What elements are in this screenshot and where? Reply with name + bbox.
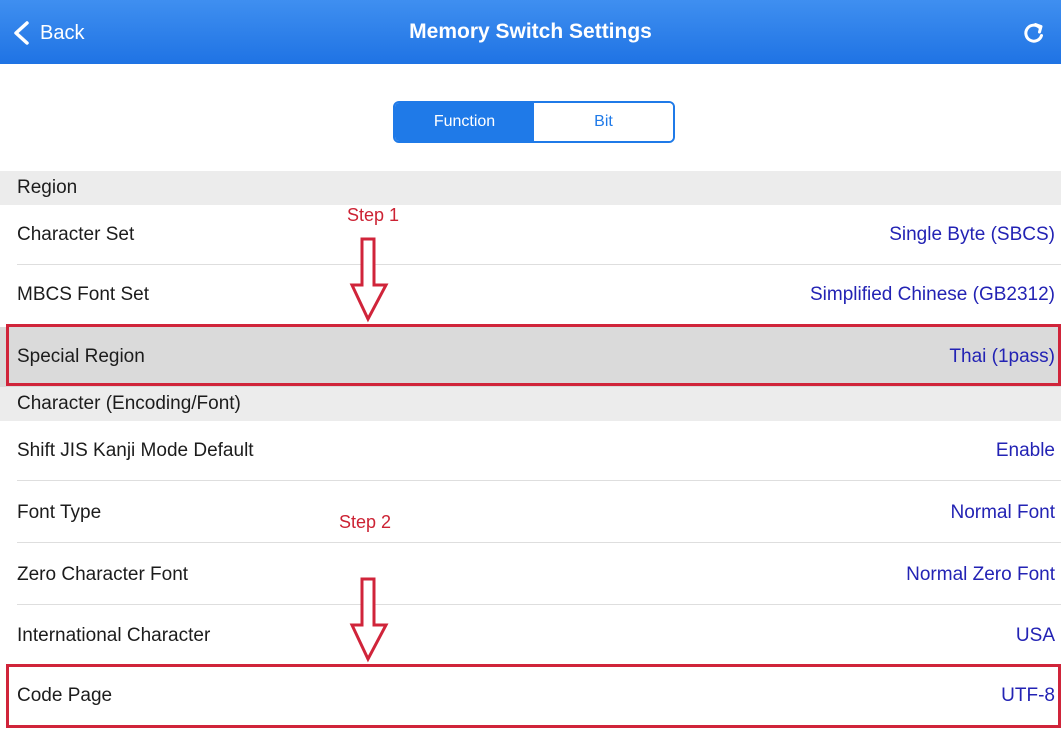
chevron-left-icon [14,21,29,45]
setting-value: Single Byte (SBCS) [889,224,1055,245]
setting-label: International Character [17,625,211,646]
section-header-character: Character (Encoding/Font) [0,387,1061,421]
down-arrow-icon [349,577,389,663]
setting-value: Enable [995,440,1055,461]
setting-value: Thai (1pass) [949,346,1055,367]
setting-label: Shift JIS Kanji Mode Default [17,440,254,461]
setting-row-font-type[interactable]: Font Type Normal Font [0,483,1061,543]
page-title: Memory Switch Settings [409,20,652,43]
setting-value: Normal Zero Font [906,564,1055,585]
setting-row-mbcs-font-set[interactable]: MBCS Font Set Simplified Chinese (GB2312… [0,265,1061,325]
setting-row-shift-jis-kanji-mode[interactable]: Shift JIS Kanji Mode Default Enable [0,421,1061,481]
setting-value: Normal Font [950,502,1055,523]
setting-value: Simplified Chinese (GB2312) [809,284,1055,305]
setting-label: Special Region [17,346,145,367]
setting-label: Character Set [17,224,135,245]
setting-value: USA [1015,625,1055,646]
step-1-label: Step 1 [347,205,400,225]
down-arrow-icon [349,237,389,323]
mode-segmented-control: Function Bit [393,101,675,143]
back-label: Back [40,21,85,44]
setting-row-character-set[interactable]: Character Set Single Byte (SBCS) [0,205,1061,265]
navigation-bar: Back Memory Switch Settings [0,0,1061,64]
setting-row-zero-character-font[interactable]: Zero Character Font Normal Zero Font [0,545,1061,605]
setting-row-special-region[interactable]: Special Region Thai (1pass) [0,327,1061,387]
section-header-region: Region [0,171,1061,205]
refresh-button[interactable] [1017,16,1051,50]
tab-bit[interactable]: Bit [534,103,673,141]
step-2-label: Step 2 [339,512,392,532]
setting-label: Zero Character Font [17,564,189,585]
setting-label: MBCS Font Set [17,284,149,305]
setting-label: Code Page [17,685,113,706]
setting-value: UTF-8 [1001,685,1055,706]
tab-function[interactable]: Function [395,103,534,141]
back-button[interactable]: Back [12,18,84,48]
setting-row-code-page[interactable]: Code Page UTF-8 [0,666,1061,726]
refresh-icon [1024,23,1043,43]
setting-label: Font Type [17,502,102,523]
setting-row-international-character[interactable]: International Character USA [0,606,1061,666]
